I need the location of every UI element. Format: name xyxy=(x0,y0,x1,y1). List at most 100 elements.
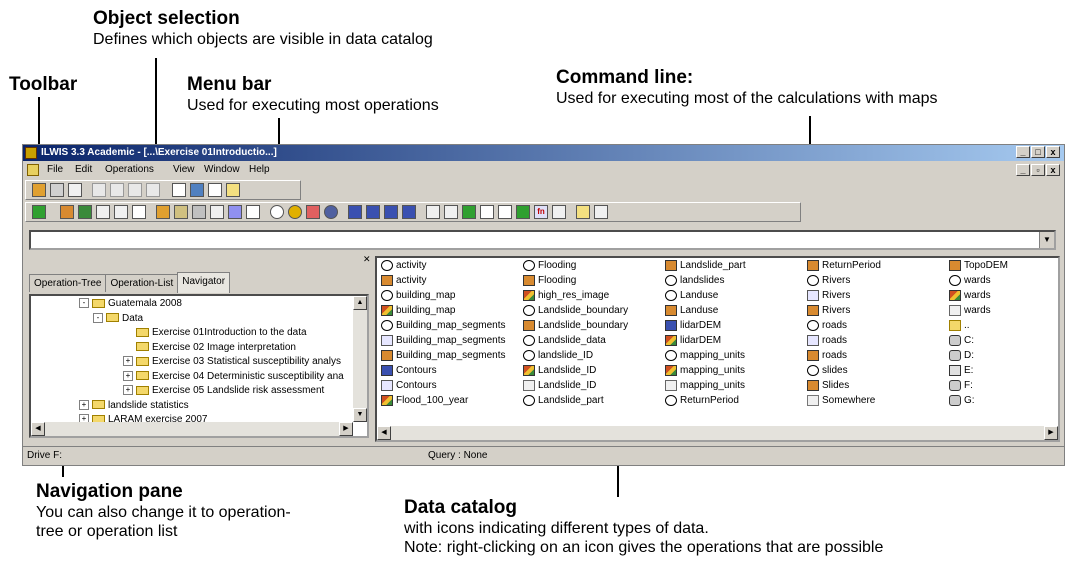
tree-node[interactable]: + Exercise 05 Landslide risk assessment xyxy=(123,385,324,396)
catalog-item[interactable]: Building_map_segments xyxy=(381,350,506,361)
doc-close-button[interactable]: x xyxy=(1046,164,1060,176)
tree-node[interactable]: + Exercise 03 Statistical susceptibility … xyxy=(123,356,341,367)
close-button[interactable]: x xyxy=(1046,146,1060,158)
tree-node[interactable]: Exercise 02 Image interpretation xyxy=(123,342,296,353)
command-line-toggle-icon[interactable] xyxy=(172,183,186,197)
catalog-item[interactable]: Flooding xyxy=(523,260,576,271)
catalog-item[interactable]: Landslide_part xyxy=(523,395,604,406)
menu-operations[interactable]: Operations xyxy=(105,162,154,178)
edit-icon[interactable] xyxy=(146,183,160,197)
coordinate-system-icon[interactable] xyxy=(324,205,338,219)
tree-node[interactable]: + Exercise 04 Deterministic susceptibilit… xyxy=(123,371,344,382)
table-icon[interactable] xyxy=(132,205,146,219)
map-frame-icon[interactable] xyxy=(516,205,530,219)
catalog-item[interactable]: building_map xyxy=(381,305,456,316)
open-icon[interactable] xyxy=(32,183,46,197)
tree-node[interactable]: Exercise 01Introduction to the data xyxy=(123,327,307,338)
menu-help[interactable]: Help xyxy=(249,162,270,178)
catalog-item[interactable]: mapping_units xyxy=(665,350,745,361)
catalog-item[interactable]: high_res_image xyxy=(523,290,609,301)
paste-icon[interactable] xyxy=(110,183,124,197)
catalog-item[interactable]: slides xyxy=(807,365,848,376)
tree-node[interactable]: + landslide statistics xyxy=(79,400,189,411)
catalog-item[interactable]: mapping_units xyxy=(665,365,745,376)
catalog-item[interactable]: Landslide_ID xyxy=(523,380,596,391)
catalog-item[interactable]: Contours xyxy=(381,380,437,391)
matrix-icon[interactable] xyxy=(462,205,476,219)
menu-window[interactable]: Window xyxy=(204,162,240,178)
vertical-scrollbar[interactable]: ▲ ▼ xyxy=(353,296,367,422)
tree-node[interactable]: - Guatemala 2008 xyxy=(79,298,182,309)
doc-minimize-button[interactable]: _ xyxy=(1016,164,1030,176)
drives-icon[interactable] xyxy=(594,205,608,219)
copy-icon[interactable] xyxy=(92,183,106,197)
annotation-text-icon[interactable] xyxy=(210,205,224,219)
catalog-item[interactable]: Building_map_segments xyxy=(381,320,506,331)
catalog-item[interactable]: ReturnPeriod xyxy=(807,260,881,271)
catalog-item[interactable]: roads xyxy=(807,350,847,361)
tree-icon[interactable] xyxy=(480,205,494,219)
horizontal-scrollbar[interactable]: ◀ ▶ xyxy=(377,426,1058,440)
tab-navigator[interactable]: Navigator xyxy=(177,272,231,293)
catalog-item[interactable]: G: xyxy=(949,395,975,406)
stereopair-icon[interactable] xyxy=(402,205,416,219)
catalog-item[interactable]: Landslide_boundary xyxy=(523,320,628,331)
scroll-up-icon[interactable]: ▲ xyxy=(353,296,367,310)
minimize-button[interactable]: _ xyxy=(1016,146,1030,158)
menu-edit[interactable]: Edit xyxy=(75,162,92,178)
title-bar[interactable]: ILWIS 3.3 Academic - [...\Exercise 01Int… xyxy=(23,145,1064,161)
pane-close-icon[interactable]: ✕ xyxy=(363,254,371,265)
catalog-item[interactable]: C: xyxy=(949,335,974,346)
expand-icon[interactable]: + xyxy=(123,356,133,367)
filter-icon[interactable] xyxy=(348,205,362,219)
object-selection-icon[interactable] xyxy=(190,183,204,197)
catalog-item[interactable]: wards xyxy=(949,290,991,301)
command-line-input[interactable]: ▼ xyxy=(29,230,1056,250)
catalog-item[interactable]: lidarDEM xyxy=(665,335,721,346)
horizontal-scrollbar[interactable]: ◀ ▶ xyxy=(31,422,353,436)
catalog-item[interactable]: ReturnPeriod xyxy=(665,395,739,406)
catalog-item[interactable]: roads xyxy=(807,320,847,331)
polygon-map-icon[interactable] xyxy=(78,205,92,219)
representation-icon[interactable] xyxy=(288,205,302,219)
tab-operation-tree[interactable]: Operation-Tree xyxy=(29,274,107,292)
catalog-item[interactable]: roads xyxy=(807,335,847,346)
catalog-item[interactable]: TopoDEM xyxy=(949,260,1008,271)
catalog-item[interactable]: landslide_ID xyxy=(523,350,593,361)
catalog-item[interactable]: mapping_units xyxy=(665,380,745,391)
function-icon[interactable] xyxy=(366,205,380,219)
menu-view[interactable]: View xyxy=(173,162,195,178)
tab-operation-list[interactable]: Operation-List xyxy=(105,274,179,292)
catalog-item[interactable]: wards xyxy=(949,305,991,316)
catalog-item[interactable]: Flooding xyxy=(523,275,576,286)
catalog-item[interactable]: Landslide_ID xyxy=(523,365,596,376)
segment-map-icon[interactable] xyxy=(96,205,110,219)
catalog-item[interactable]: .. xyxy=(949,320,970,331)
user-function-icon[interactable]: fn xyxy=(534,205,548,219)
layout-icon[interactable] xyxy=(192,205,206,219)
catalog-item[interactable]: Landuse xyxy=(665,305,718,316)
annotation-icon[interactable] xyxy=(498,205,512,219)
catalog-item[interactable]: Flood_100_year xyxy=(381,395,468,406)
catalog-item[interactable]: Rivers xyxy=(807,275,850,286)
expand-icon[interactable]: + xyxy=(123,385,133,396)
catalog-item[interactable]: F: xyxy=(949,380,973,391)
catalog-item[interactable]: Building_map_segments xyxy=(381,335,506,346)
catalog-item[interactable]: Rivers xyxy=(807,290,850,301)
catalog-item[interactable]: Rivers xyxy=(807,305,850,316)
catalog-item[interactable]: D: xyxy=(949,350,974,361)
graph-icon[interactable] xyxy=(228,205,242,219)
two-dim-table-icon[interactable] xyxy=(444,205,458,219)
up-folder-icon[interactable] xyxy=(226,183,240,197)
catalog-item[interactable]: Landslide_boundary xyxy=(523,305,628,316)
scroll-left-icon[interactable]: ◀ xyxy=(31,422,45,436)
raster-map-icon[interactable] xyxy=(60,205,74,219)
script-icon[interactable] xyxy=(384,205,398,219)
info-icon[interactable] xyxy=(68,183,82,197)
map-list-icon[interactable] xyxy=(156,205,170,219)
catalog-item[interactable]: activity xyxy=(381,275,427,286)
map-view-icon[interactable] xyxy=(174,205,188,219)
catalog-item[interactable]: Slides xyxy=(807,380,849,391)
catalog-item[interactable]: wards xyxy=(949,275,991,286)
scroll-down-icon[interactable]: ▼ xyxy=(353,408,367,422)
